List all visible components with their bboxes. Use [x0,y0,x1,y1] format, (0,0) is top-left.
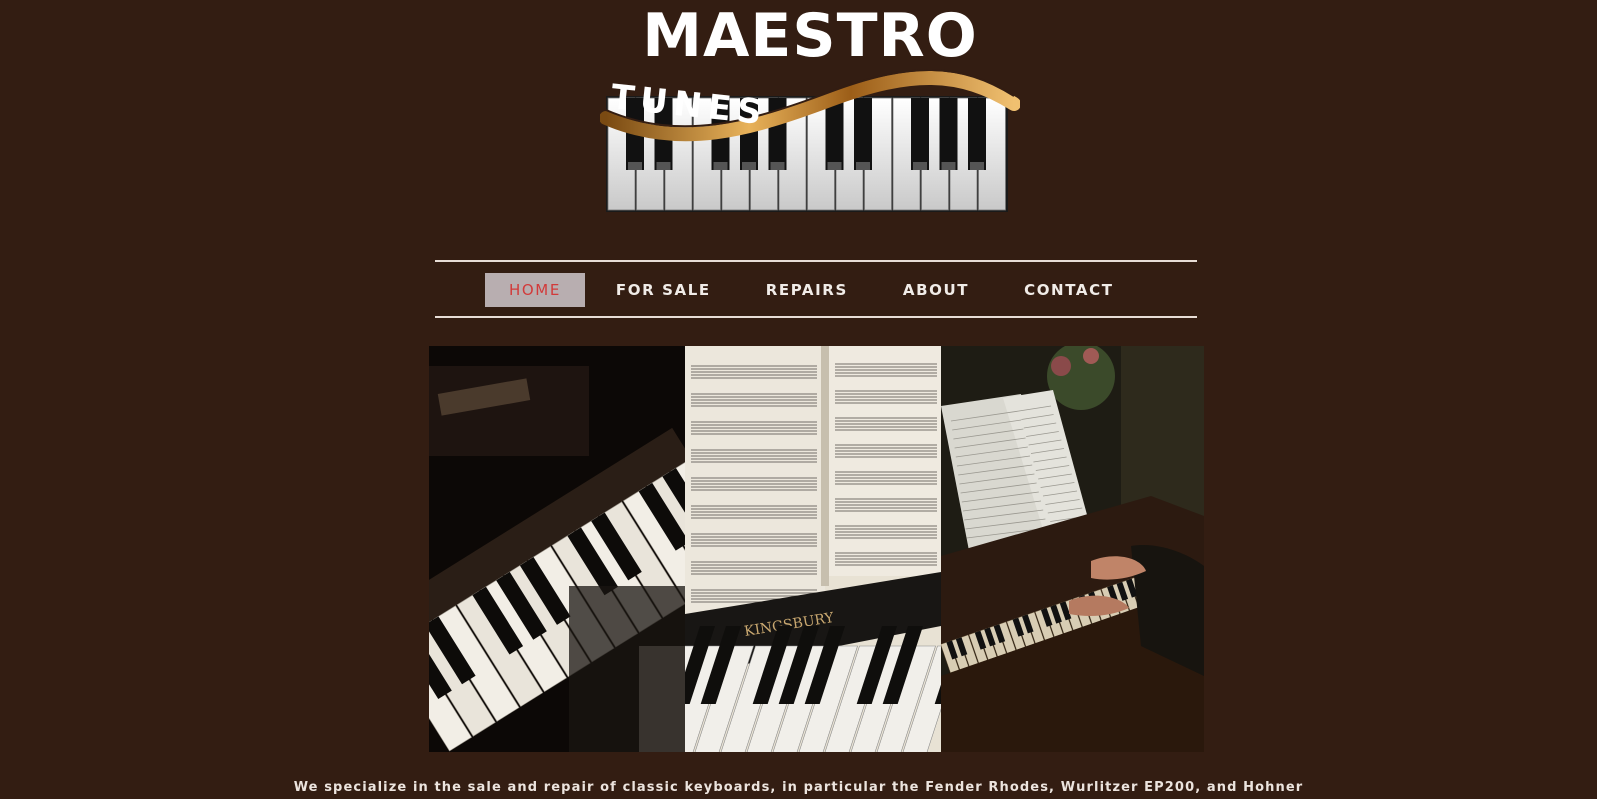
nav-item-contact[interactable]: CONTACT [1000,273,1137,307]
logo-title: MAESTRO [642,1,977,71]
main-nav: HOME FOR SALE REPAIRS ABOUT CONTACT [435,260,1197,318]
page: MAESTRO TUNES HOME FOR SALE REPAIRS ABOUT CO… [0,0,1597,799]
hero-photo-strip: KINGSBURY [429,346,1204,752]
nav-item-for-sale[interactable]: FOR SALE [592,273,735,307]
nav-item-repairs[interactable]: REPAIRS [742,273,872,307]
pianist-photo [941,346,1204,752]
nav-list: HOME FOR SALE REPAIRS ABOUT CONTACT [485,273,1145,307]
sheet-music-photo: KINGSBURY [685,346,941,752]
piano-keys-photo [429,346,685,752]
maestro-tunes-logo[interactable]: MAESTRO TUNES [600,0,1020,218]
nav-item-about[interactable]: ABOUT [879,273,993,307]
intro-text: We specialize in the sale and repair of … [293,780,1304,795]
nav-item-home[interactable]: HOME [485,273,585,307]
logo-graphic: MAESTRO TUNES [600,1,1020,212]
